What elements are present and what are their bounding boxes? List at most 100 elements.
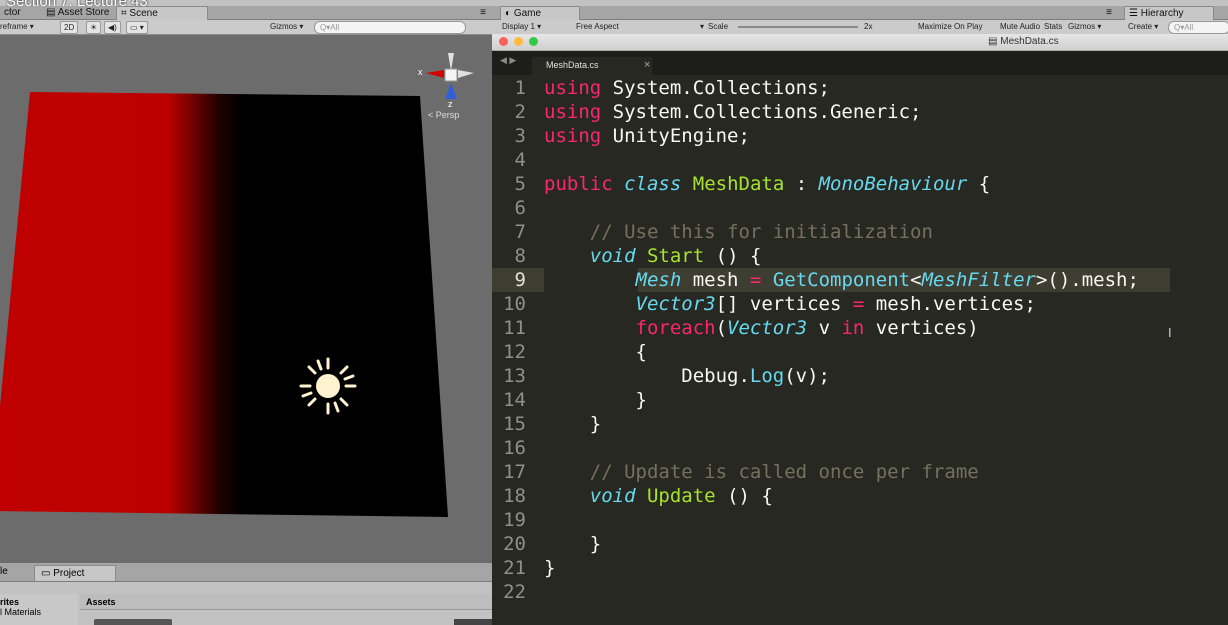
scene-toolbar: reframe ▾ 2D ☀ ◀) ▭ ▾ Gizmos ▾ Q▾All <box>0 20 492 35</box>
effects-dropdown[interactable]: ▭ ▾ <box>126 21 148 34</box>
line-number: 6 <box>514 197 526 219</box>
code-line[interactable]: } <box>544 388 647 412</box>
audio-toggle[interactable]: ◀) <box>104 21 121 34</box>
code-line[interactable]: // Update is called once per frame <box>544 460 979 484</box>
aspect-chevron-icon[interactable]: ▾ <box>700 21 704 33</box>
code-line[interactable]: Debug.Log(v); <box>544 364 830 388</box>
folder-icon: ▭ <box>41 568 54 579</box>
line-number: 16 <box>503 437 526 459</box>
draw-mode-dropdown[interactable]: reframe ▾ <box>0 21 34 33</box>
image-icon: ▭ <box>130 23 138 32</box>
aspect-dropdown[interactable]: Free Aspect <box>576 21 619 33</box>
lighting-toggle[interactable]: ☀ <box>86 21 102 34</box>
scale-value: 2x <box>864 22 873 31</box>
document-icon: ▤ <box>988 36 1001 47</box>
favorites-panel: rites l Materials <box>0 594 78 625</box>
line-number: 9 <box>514 269 526 291</box>
sun-icon[interactable] <box>297 355 359 417</box>
code-area[interactable]: 1 2 3 4 5 6 7 8 9 10 11 12 13 14 15 16 17 18 19 20 21 22 usin… <box>492 75 1228 625</box>
display-dropdown[interactable]: Display 1 ▾ <box>502 21 541 33</box>
line-number: 20 <box>503 533 526 555</box>
orientation-gizmo[interactable]: x z < Persp <box>418 53 480 123</box>
chevron-down-icon: ▾ <box>29 22 34 31</box>
line-number: 1 <box>514 77 526 99</box>
line-number: 18 <box>503 485 526 507</box>
tab-asset-store[interactable]: ▤ Asset Store <box>42 6 113 19</box>
maximize-window-button[interactable] <box>529 37 538 46</box>
gizmos-dropdown[interactable]: Gizmos ▾ <box>270 21 303 33</box>
tab-scene[interactable]: ⌗ Scene <box>116 6 208 20</box>
list-icon: ☰ <box>1129 8 1141 19</box>
editor-tab-bar: ◀ ▶ MeshData.cs × <box>492 51 1228 75</box>
maximize-on-play-toggle[interactable]: Maximize On Play <box>918 21 982 33</box>
line-number: 2 <box>514 101 526 123</box>
scene-search-input[interactable]: Q▾All <box>314 21 466 34</box>
hierarchy-toolbar: Create ▾ Q▾All <box>1120 20 1228 35</box>
minimize-window-button[interactable] <box>514 37 523 46</box>
line-number: 10 <box>503 293 526 315</box>
tab-meshdata[interactable]: MeshData.cs × <box>532 57 652 75</box>
persp-label[interactable]: < Persp <box>428 110 459 120</box>
code-line[interactable]: } <box>544 412 601 436</box>
code-line[interactable]: public class MeshData : MonoBehaviour { <box>544 172 990 196</box>
close-window-button[interactable] <box>499 37 508 46</box>
game-gizmos-dropdown[interactable]: Gizmos ▾ <box>1068 21 1101 33</box>
code-line[interactable]: { <box>544 340 647 364</box>
scale-label: Scale <box>708 22 729 31</box>
project-tab-strip: le ▭ Project <box>0 563 492 582</box>
tab-project[interactable]: ▭ Project <box>34 565 116 581</box>
gizmo-x-label: x <box>418 67 423 77</box>
panel-menu-icon[interactable]: ≡ <box>476 6 490 19</box>
favorites-header: rites <box>0 597 20 607</box>
line-number: 4 <box>514 149 526 171</box>
hierarchy-search-input[interactable]: Q▾All <box>1168 21 1228 34</box>
line-number: 5 <box>514 173 526 195</box>
game-panel-menu-icon[interactable]: ≡ <box>1102 6 1116 19</box>
create-dropdown[interactable]: Create ▾ <box>1128 21 1158 33</box>
tab-label: MeshData.cs <box>546 60 599 70</box>
editor-titlebar: ▤ MeshData.cs <box>492 34 1228 51</box>
tab-nav-arrows[interactable]: ◀ ▶ <box>500 55 516 66</box>
game-toolbar: Display 1 ▾ Free Aspect ▾ Scale 2x Maxim… <box>492 20 1120 35</box>
asset-thumbnail-2[interactable] <box>454 619 492 625</box>
code-line[interactable]: Mesh mesh = GetComponent<MeshFilter>().m… <box>544 268 1139 292</box>
store-icon: ▤ <box>46 7 58 18</box>
code-line[interactable]: foreach(Vector3 v in vertices) <box>544 316 979 340</box>
mesh-plane[interactable] <box>0 92 448 517</box>
tab-inspector[interactable]: ctor <box>0 6 25 19</box>
line-number: 8 <box>514 245 526 267</box>
line-number: 14 <box>503 389 526 411</box>
mute-audio-toggle[interactable]: Mute Audio <box>1000 21 1040 33</box>
2d-toggle[interactable]: 2D <box>60 21 79 34</box>
stats-toggle[interactable]: Stats <box>1044 21 1062 33</box>
code-line[interactable]: } <box>544 532 601 556</box>
tab-hierarchy[interactable]: ☰ Hierarchy <box>1124 6 1214 20</box>
line-number: 22 <box>503 581 526 603</box>
code-line[interactable]: // Use this for initialization <box>544 220 933 244</box>
tab-close-icon[interactable]: × <box>644 59 650 71</box>
code-line[interactable]: using UnityEngine; <box>544 124 750 148</box>
line-number: 11 <box>503 317 526 339</box>
scene-view[interactable]: x z < Persp <box>0 35 492 563</box>
tab-game[interactable]: ◐ Game <box>500 6 580 20</box>
scale-slider[interactable] <box>738 26 858 28</box>
project-panel: le ▭ Project rites l Materials Assets <box>0 563 492 625</box>
code-line[interactable]: Vector3[] vertices = mesh.vertices; <box>544 292 1036 316</box>
window-title: ▤ MeshData.cs <box>988 36 1059 47</box>
code-line[interactable]: void Update () { <box>544 484 773 508</box>
code-line[interactable]: } <box>544 556 555 580</box>
line-number: 7 <box>514 221 526 243</box>
code-line[interactable]: void Start () { <box>544 244 762 268</box>
line-number: 19 <box>503 509 526 531</box>
scene-tab-strip: ctor ▤ Asset Store ⌗ Scene ≡ <box>0 6 492 20</box>
line-number: 13 <box>503 365 526 387</box>
code-line[interactable]: using System.Collections; <box>544 76 830 100</box>
code-line[interactable]: using System.Collections.Generic; <box>544 100 922 124</box>
tab-console[interactable]: le <box>0 566 8 577</box>
favorites-item[interactable]: l Materials <box>0 607 78 617</box>
line-number: 12 <box>503 341 526 363</box>
line-number: 15 <box>503 413 526 435</box>
line-number: 3 <box>514 125 526 147</box>
asset-thumbnail[interactable] <box>94 619 172 625</box>
game-tab-strip: ◐ Game ≡ <box>492 6 1120 20</box>
